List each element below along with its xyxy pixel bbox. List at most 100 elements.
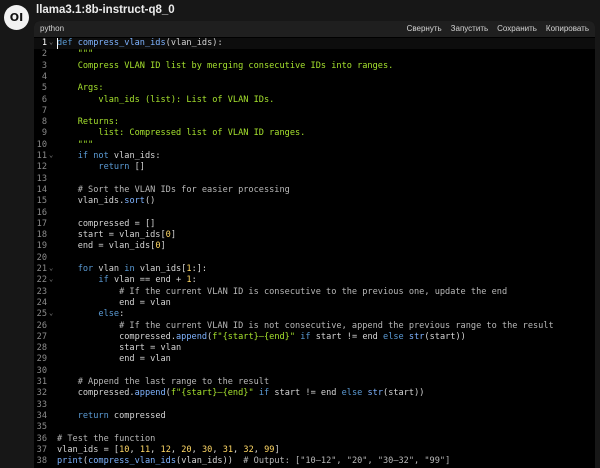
code-token: vlan — [98, 264, 125, 274]
code-token: , — [191, 444, 202, 455]
code-token: for — [77, 264, 99, 274]
code-token: if — [98, 275, 114, 286]
code-line: 14 # Sort the VLAN IDs for easier proces… — [34, 185, 595, 196]
line-number: 4 — [41, 71, 47, 82]
line-number: 30 — [36, 365, 47, 376]
line-number: 16 — [36, 207, 47, 218]
code-line: 1 ⌄ def compress_vlan_ids(vlan_ids): — [34, 38, 595, 49]
code-line: 29 end = vlan — [34, 354, 595, 365]
code-token: : — [119, 309, 125, 320]
code-token: Compress VLAN ID list by merging consecu… — [57, 60, 394, 71]
chevron-down-icon[interactable]: ⌄ — [49, 308, 53, 319]
code-token: """ — [57, 49, 94, 60]
chevron-down-icon[interactable]: ⌄ — [49, 274, 53, 285]
code-line: 27 compressed.append(f"{start}—{end}" if… — [34, 332, 595, 343]
line-number: 37 — [36, 444, 47, 455]
code-token: # If the current VLAN ID is not consecut… — [57, 320, 554, 331]
code-token: : — [191, 275, 197, 286]
code-token: else — [341, 388, 368, 399]
collapse-button[interactable]: Свернуть — [407, 24, 442, 33]
code-token: # Append the last range to the result — [57, 377, 270, 387]
code-token: append — [176, 331, 208, 342]
code-token: 11 — [139, 444, 151, 455]
code-line: 22 ⌄ if vlan == end + 1: — [34, 275, 595, 286]
line-number: 15 — [36, 196, 47, 207]
code-line: 23 # If the current VLAN ID is consecuti… — [34, 287, 595, 298]
code-line: 3 Compress VLAN ID list by merging conse… — [34, 61, 595, 72]
code-block: python Свернуть Запустить Сохранить Копи… — [34, 21, 595, 468]
code-line: 30 — [34, 366, 595, 377]
code-token: compressed. — [57, 388, 135, 399]
code-token: , — [253, 444, 265, 455]
chevron-down-icon[interactable]: ⌄ — [49, 150, 53, 161]
code-text: if vlan == end + 1: — [57, 275, 197, 286]
code-line: 18 start = vlan_ids[0] — [34, 230, 595, 241]
code-token: end = vlan_ids[ — [57, 241, 156, 252]
code-line: 16 — [34, 208, 595, 219]
model-avatar: OI — [4, 5, 29, 30]
code-token: 99 — [264, 444, 275, 455]
save-button[interactable]: Сохранить — [497, 24, 537, 33]
line-number: 24 — [36, 297, 47, 308]
code-token: compressed. — [57, 331, 176, 342]
line-number: 35 — [36, 422, 47, 433]
code-token: str — [367, 388, 384, 399]
line-number: 10 — [36, 139, 47, 150]
code-actions: Свернуть Запустить Сохранить Копировать — [407, 24, 589, 33]
code-line: 19 end = vlan_ids[0] — [34, 241, 595, 252]
code-line: 32 compressed.append(f"{start}—{end}" if… — [34, 388, 595, 399]
line-number: 18 — [36, 230, 47, 241]
code-text: """ — [57, 49, 94, 60]
code-line: 36 # Test the function — [34, 434, 595, 445]
code-text: return [] — [57, 162, 145, 173]
code-token: 10 — [119, 444, 130, 455]
code-token: , — [170, 444, 182, 455]
code-token: return — [77, 410, 114, 421]
code-text: start = vlan — [57, 343, 181, 354]
code-line: 28 start = vlan — [34, 343, 595, 354]
line-number: 5 — [41, 83, 47, 94]
code-text: # If the current VLAN ID is not consecut… — [57, 321, 554, 332]
code-text: vlan_ids.sort() — [57, 196, 156, 207]
code-text: start = vlan_ids[0] — [57, 230, 176, 241]
run-button[interactable]: Запустить — [451, 24, 489, 33]
code-line: 13 — [34, 174, 595, 185]
code-line: 38 print(compress_vlan_ids(vlan_ids)) # O… — [34, 456, 595, 467]
code-line: 20 — [34, 253, 595, 264]
line-number: 1 — [41, 38, 47, 48]
line-number: 2 — [41, 49, 47, 60]
code-line: 17 compressed = [] — [34, 219, 595, 230]
code-token: ] — [160, 241, 166, 252]
line-number: 22 — [36, 275, 47, 286]
code-token: 20 — [181, 444, 192, 455]
code-token: [] — [134, 162, 145, 173]
chevron-down-icon[interactable]: ⌄ — [49, 37, 53, 48]
code-text: list: Compressed list of VLAN ID ranges. — [57, 128, 305, 139]
code-text: compressed.append(f"{start}—{end}" if st… — [57, 388, 425, 399]
code-token: end = vlan — [57, 297, 171, 308]
line-number: 29 — [36, 354, 47, 365]
code-token: start != end — [274, 388, 342, 399]
code-token: # If the current VLAN ID is consecutive … — [57, 286, 508, 297]
code-line: 12 return [] — [34, 162, 595, 173]
code-token: 12 — [160, 444, 171, 455]
code-token: (start)) — [424, 331, 466, 342]
chevron-down-icon[interactable]: ⌄ — [49, 263, 53, 274]
code-editor[interactable]: 1 ⌄ def compress_vlan_ids(vlan_ids): 2 """ 3… — [34, 37, 595, 468]
code-token: ): — [212, 38, 223, 48]
line-number: 19 — [36, 241, 47, 252]
code-line: 25 ⌄ else: — [34, 309, 595, 320]
code-line: 24 end = vlan — [34, 298, 595, 309]
code-text: Args: — [57, 83, 104, 94]
line-number: 17 — [36, 218, 47, 229]
line-number: 36 — [36, 433, 47, 444]
code-text: def compress_vlan_ids(vlan_ids): — [57, 38, 223, 49]
code-text: # Append the last range to the result — [57, 377, 269, 388]
copy-button[interactable]: Копировать — [546, 24, 589, 33]
code-token: str — [408, 331, 425, 342]
code-token: compress_vlan_ids — [77, 38, 166, 48]
code-token: else — [383, 331, 409, 342]
code-line: 9 list: Compressed list of VLAN ID range… — [34, 128, 595, 139]
